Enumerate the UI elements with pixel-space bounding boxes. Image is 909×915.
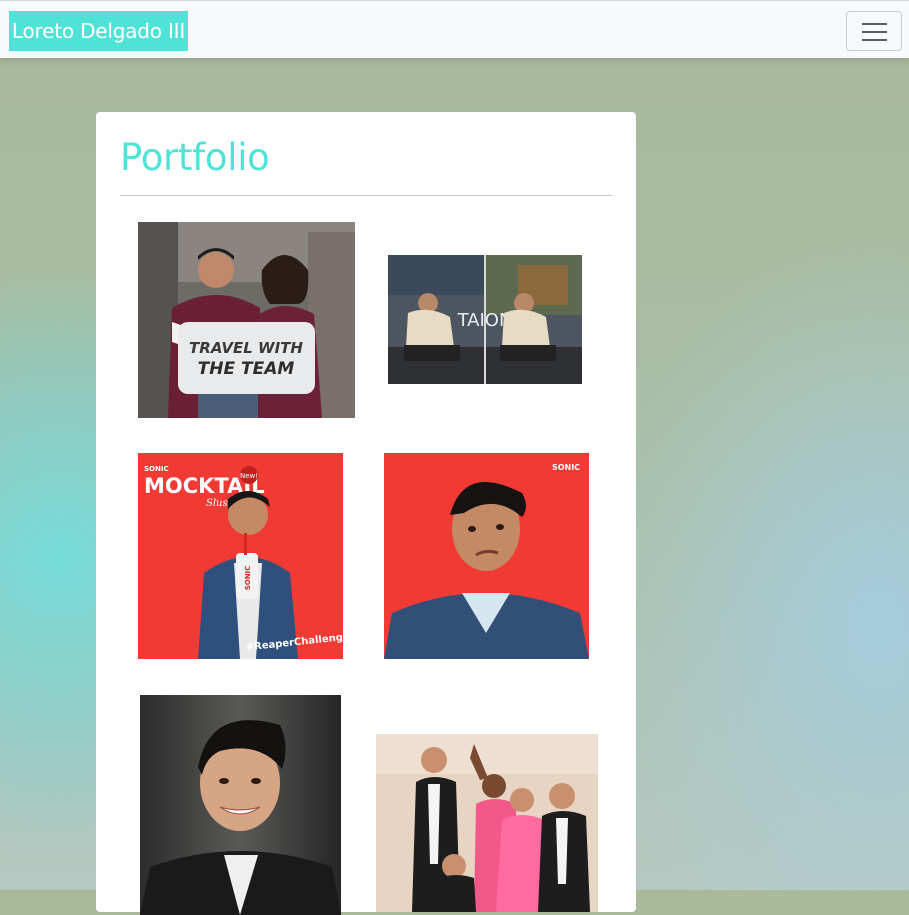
navbar-brand[interactable]: Loreto Delgado III	[9, 11, 188, 51]
title-divider	[120, 195, 612, 196]
portfolio-image-sonic-portrait[interactable]: SONIC	[384, 453, 589, 659]
portfolio-image-group[interactable]	[376, 734, 598, 912]
mocktail-cup-text: SONIC	[244, 566, 252, 591]
travel-caption-line2: THE TEAM	[198, 359, 295, 379]
hamburger-menu-icon[interactable]	[846, 11, 902, 51]
navbar: Loreto Delgado III	[0, 0, 909, 58]
sonic-logo-text: SONIC	[552, 463, 580, 472]
travel-caption-line1: TRAVEL WITH	[189, 339, 303, 357]
portfolio-image-headshot[interactable]	[140, 695, 341, 915]
portfolio-card: Portfolio TRAVEL WITH THE TEAM TAION SON…	[96, 112, 636, 915]
portfolio-image-travel[interactable]: TRAVEL WITH THE TEAM	[138, 222, 355, 418]
mocktail-brand: SONIC	[144, 465, 169, 473]
portfolio-image-sonic-mocktail[interactable]: SONIC MOCKTAIL Slushes New! SONIC #Reape…	[138, 453, 343, 659]
mocktail-badge: New!	[240, 472, 258, 480]
portfolio-image-taion[interactable]: TAION	[388, 255, 582, 384]
page-title: Portfolio	[120, 136, 270, 179]
